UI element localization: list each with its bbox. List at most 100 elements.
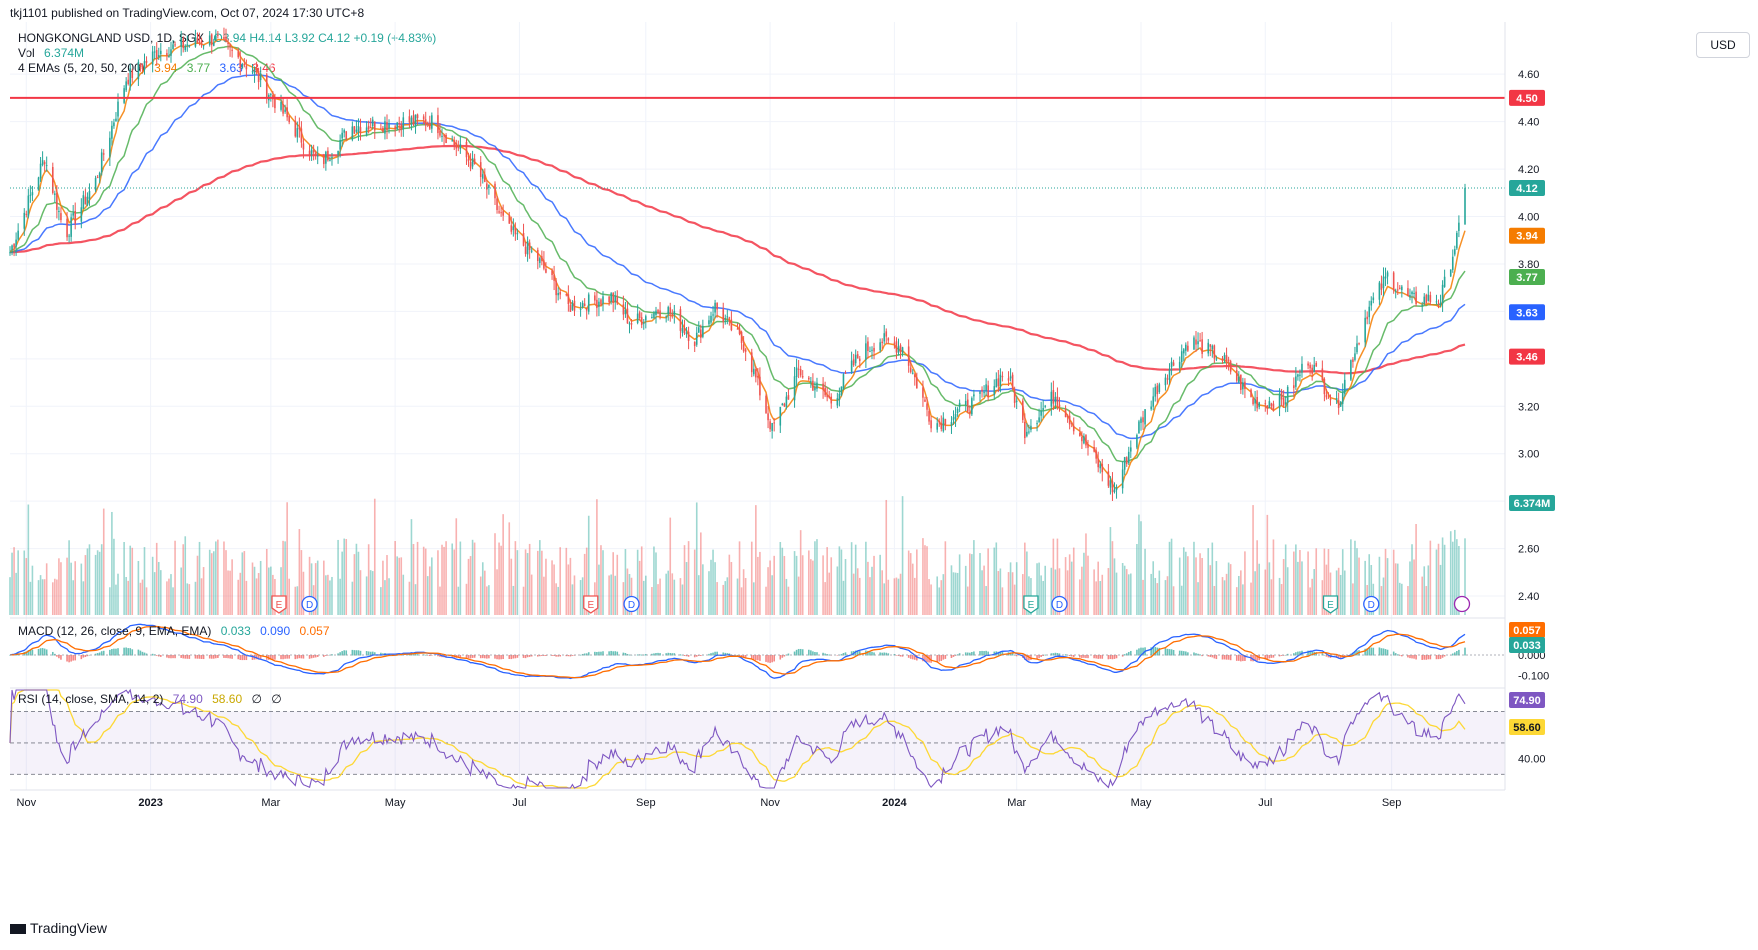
- macd-hist-bar: [210, 655, 213, 659]
- candle-body: [215, 35, 217, 41]
- candle-body: [842, 374, 845, 389]
- macd-hist-bar: [469, 655, 472, 659]
- volume-bar: [783, 555, 786, 615]
- volume-bar: [74, 561, 77, 615]
- candle-body: [259, 73, 262, 81]
- candle-body: [151, 51, 154, 65]
- candle-body: [516, 233, 519, 235]
- ema50-price-label: 3.63: [1516, 307, 1537, 319]
- volume-bar: [1211, 542, 1214, 615]
- candle-body: [952, 417, 955, 421]
- volume-bar: [726, 577, 729, 615]
- volume-price-label: 6.374M: [1514, 498, 1551, 510]
- volume-bar: [288, 578, 290, 615]
- volume-bar: [1413, 559, 1415, 615]
- candle-body: [41, 160, 44, 165]
- volume-bar: [551, 560, 553, 615]
- candle-body: [431, 115, 433, 129]
- macd-hist-bar: [227, 655, 229, 659]
- candle-body: [638, 312, 641, 318]
- candle-body: [445, 135, 447, 143]
- volume-bar: [1123, 565, 1126, 615]
- volume-bar: [208, 549, 211, 615]
- candle-body: [1195, 339, 1197, 345]
- volume-bar: [459, 541, 462, 615]
- candle-body: [1209, 344, 1212, 347]
- candle-body: [1427, 294, 1430, 301]
- volume-bar: [736, 578, 739, 615]
- volume-bar: [1272, 539, 1275, 615]
- volume-bar: [907, 550, 910, 615]
- candle-body: [673, 311, 676, 315]
- volume-bar: [1415, 524, 1417, 615]
- chart-canvas[interactable]: EDEDEDED 4.604.404.204.003.803.603.403.2…: [0, 0, 1758, 910]
- macd-hist-bar: [781, 655, 784, 658]
- candle-body: [887, 338, 890, 341]
- volume-bar: [1441, 537, 1444, 615]
- volume-bar: [1268, 562, 1271, 615]
- volume-bar: [141, 579, 144, 615]
- volume-bar: [759, 551, 761, 615]
- candle-body: [200, 40, 203, 46]
- candle-body: [1250, 389, 1252, 398]
- volume-bar: [822, 555, 824, 615]
- volume-bar: [913, 577, 916, 615]
- candle-body: [459, 144, 462, 149]
- volume-bar: [500, 545, 502, 615]
- volume-bar: [530, 574, 533, 615]
- volume-bar: [1185, 551, 1187, 615]
- volume-bar: [153, 572, 156, 615]
- candle-body: [708, 320, 710, 325]
- volume-bar: [673, 579, 676, 615]
- candle-body: [225, 36, 227, 42]
- macd-signal-value: 0.057: [299, 624, 330, 638]
- volume-bar: [850, 542, 853, 615]
- volume-bar: [60, 562, 62, 615]
- macd-hist-bar: [174, 655, 176, 659]
- candle-body: [443, 135, 445, 137]
- volume-bar: [555, 583, 557, 615]
- candle-body: [559, 292, 562, 295]
- macd-hist-bar: [80, 655, 83, 660]
- volume-bar: [1238, 575, 1240, 615]
- candle-body: [901, 347, 904, 353]
- tradingview-logo[interactable]: TradingView: [10, 920, 107, 936]
- volume-bar: [981, 570, 983, 615]
- candle-body: [500, 212, 502, 214]
- macd-hist-bar: [170, 655, 172, 659]
- volume-bar: [1066, 570, 1069, 615]
- volume-bar: [565, 547, 568, 615]
- macd-hist-bar: [799, 648, 802, 656]
- candle-body: [1180, 351, 1183, 362]
- volume-bar: [1297, 561, 1299, 615]
- candle-body: [1093, 447, 1095, 452]
- volume-bar: [1240, 570, 1242, 615]
- macd-hist-bar: [131, 649, 134, 656]
- candle-body: [288, 115, 290, 123]
- candle-body: [168, 55, 170, 58]
- volume-bar: [100, 544, 103, 615]
- volume-bar: [708, 571, 710, 615]
- candle-body: [679, 309, 682, 331]
- volume-bar: [769, 560, 771, 615]
- volume-bar: [225, 550, 227, 615]
- candle-body: [528, 242, 531, 251]
- volume-bar: [1295, 544, 1297, 615]
- candle-body: [738, 328, 741, 334]
- macd-hist-bar: [1427, 655, 1430, 660]
- volume-bar: [257, 573, 260, 615]
- volume-bar: [445, 541, 447, 615]
- candle-body: [1064, 408, 1067, 418]
- volume-bar: [826, 547, 828, 615]
- macd-hist-bar: [241, 655, 244, 661]
- volume-bar: [973, 540, 975, 615]
- macd-hist-bar: [500, 655, 502, 660]
- candle-body: [883, 333, 886, 342]
- candle-body: [1295, 376, 1297, 387]
- macd-hist-bar: [516, 655, 519, 658]
- candle-body: [453, 140, 456, 146]
- candle-body: [1242, 382, 1244, 390]
- volume-bar: [1307, 551, 1309, 615]
- candle-body: [624, 309, 627, 315]
- candle-body: [426, 123, 429, 125]
